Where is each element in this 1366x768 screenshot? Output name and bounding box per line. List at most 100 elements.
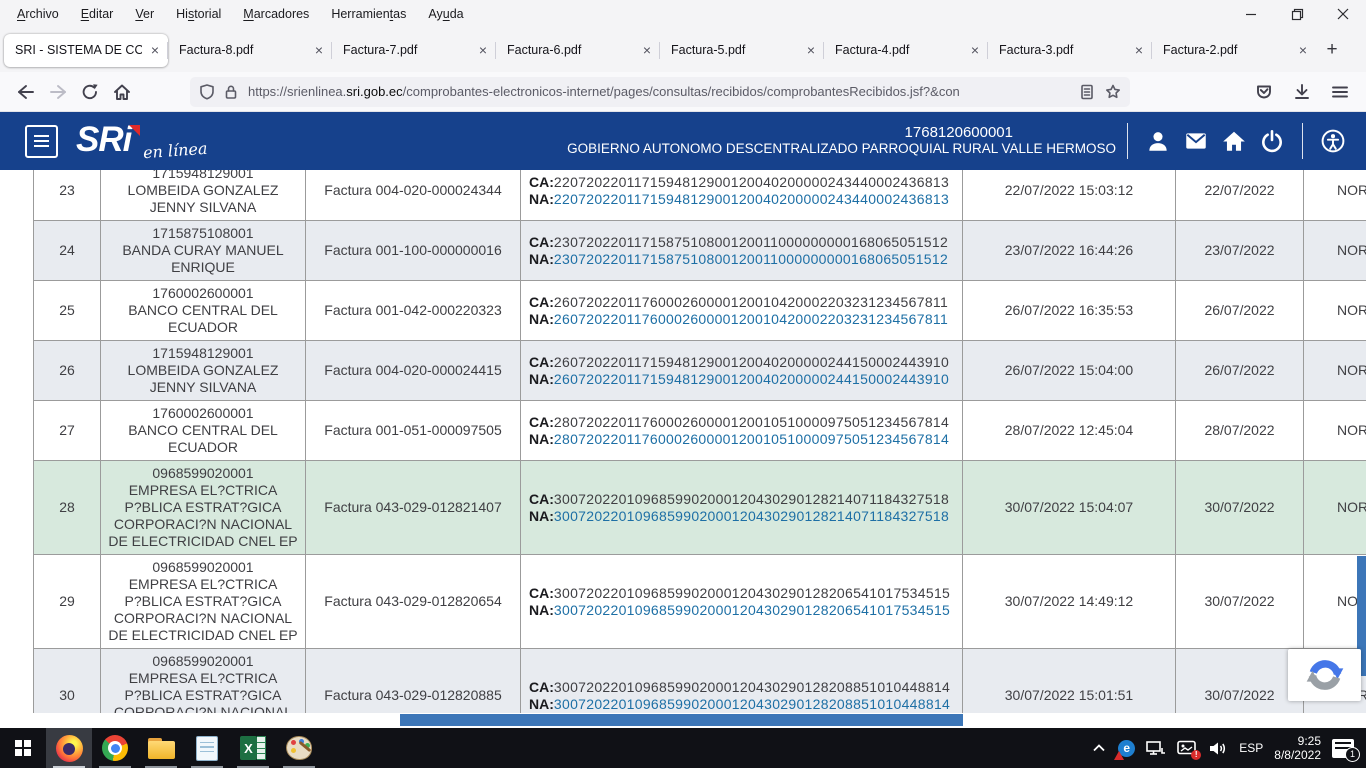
tab-close-icon[interactable]: × [1290,42,1316,58]
cell-authorization-datetime: 30/07/2022 15:01:51 [963,649,1176,713]
issuer-name: BANCO CENTRAL DEL ECUADOR [128,302,278,336]
menubar-item[interactable]: Ayuda [417,4,474,24]
sri-logo[interactable]: SRi en línea [76,123,208,160]
tab-close-icon[interactable]: × [962,42,988,58]
shield-icon[interactable] [198,83,216,101]
cell-document: Factura 004-020-000024344 [306,170,521,220]
profile-button[interactable] [1143,126,1173,156]
authorization-number-link[interactable]: 2807202201176000260000120010510000975051… [554,431,949,447]
invoice-row[interactable]: 29 0968599020001 EMPRESA EL?CTRICA P?BLI… [34,555,1366,649]
authorization-number-link[interactable]: 3007202201096859902000120430290128208851… [554,696,950,712]
menubar-item[interactable]: Historial [165,4,232,24]
authorization-number-link[interactable]: 2607202201176000260000120010420002203231… [554,311,948,327]
toolbar-right [1248,77,1356,107]
taskbar-notepad[interactable] [184,728,230,768]
tab-title: Factura-7.pdf [332,43,470,57]
language-indicator[interactable]: ESP [1239,741,1263,755]
messages-button[interactable] [1181,126,1211,156]
tab-close-icon[interactable]: × [1126,42,1152,58]
tab-close-icon[interactable]: × [798,42,824,58]
tab-close-icon[interactable]: × [470,42,496,58]
lock-icon[interactable] [222,83,240,101]
invoice-row[interactable]: 25 1760002600001 BANCO CENTRAL DEL ECUAD… [34,281,1366,341]
back-button[interactable] [10,77,42,107]
url-text[interactable]: https://srienlinea.sri.gob.ec/comprobant… [248,84,1070,99]
accessibility-button[interactable] [1318,126,1348,156]
recaptcha-badge[interactable] [1288,649,1361,701]
browser-tab[interactable]: Factura-3.pdf × [988,34,1152,67]
menubar-item[interactable]: Marcadores [232,4,320,24]
reload-button[interactable] [74,77,106,107]
invoice-row[interactable]: 27 1760002600001 BANCO CENTRAL DEL ECUAD… [34,401,1366,461]
authorization-number-link[interactable]: 2207202201171594812900120040200000243440… [554,191,949,207]
invoice-row[interactable]: 30 0968599020001 EMPRESA EL?CTRICA P?BLI… [34,649,1366,713]
cell-authorization-datetime: 22/07/2022 15:03:12 [963,170,1176,220]
minimize-button[interactable] [1228,0,1274,28]
browser-tab[interactable]: Factura-2.pdf × [1152,34,1316,67]
browser-tab[interactable]: Factura-7.pdf × [332,34,496,67]
envelope-icon [1183,128,1209,154]
cell-authorization-datetime: 23/07/2022 16:44:26 [963,221,1176,280]
authorization-number-link[interactable]: 2607202201171594812900120040200000244150… [554,371,949,387]
antivirus-tray-icon[interactable]: e [1118,740,1135,757]
invoices-table: 23 1715948129001 LOMBEIDA GONZALEZ JENNY… [33,170,1366,713]
url-bar[interactable]: https://srienlinea.sri.gob.ec/comprobant… [190,77,1130,107]
forward-icon [48,82,68,102]
action-center-tray-icon[interactable]: ! [1177,740,1197,757]
reload-icon [80,82,100,102]
pocket-icon [1254,82,1274,102]
invoice-row[interactable]: 28 0968599020001 EMPRESA EL?CTRICA P?BLI… [34,461,1366,555]
browser-tab[interactable]: Factura-8.pdf × [168,34,332,67]
header-divider [1302,123,1303,159]
invoice-row[interactable]: 23 1715948129001 LOMBEIDA GONZALEZ JENNY… [34,170,1366,221]
invoice-row[interactable]: 26 1715948129001 LOMBEIDA GONZALEZ JENNY… [34,341,1366,401]
browser-tab[interactable]: Factura-5.pdf × [660,34,824,67]
clock[interactable]: 9:25 8/8/2022 [1274,734,1321,762]
authorization-number-link[interactable]: 3007202201096859902000120430290128214071… [554,508,949,524]
taskbar-paint[interactable] [276,728,322,768]
browser-tab[interactable]: Factura-6.pdf × [496,34,660,67]
volume-tray-icon[interactable] [1208,740,1228,757]
cell-issuer: 0968599020001 EMPRESA EL?CTRICA P?BLICA … [101,461,306,554]
firefox-window: ArchivoEditarVerHistorialMarcadoresHerra… [0,0,1366,768]
cell-row-number: 25 [34,281,101,340]
taskbar-firefox[interactable] [46,728,92,768]
taskbar-chrome[interactable] [92,728,138,768]
network-tray-icon[interactable] [1146,740,1166,757]
cell-authorization-datetime: 28/07/2022 12:45:04 [963,401,1176,460]
authorization-number-link[interactable]: 3007202201096859902000120430290128206541… [554,602,950,618]
logout-button[interactable] [1257,126,1287,156]
menubar-item[interactable]: Ver [124,4,165,24]
browser-tab[interactable]: Factura-4.pdf × [824,34,988,67]
home-button-sri[interactable] [1219,126,1249,156]
bookmark-star-icon[interactable] [1104,83,1122,101]
tab-close-icon[interactable]: × [142,42,168,58]
cell-row-number: 29 [34,555,101,648]
cell-document: Factura 043-029-012820885 [306,649,521,713]
menubar-item[interactable]: Herramientas [320,4,417,24]
tray-chevron-icon[interactable] [1091,740,1107,756]
restore-button[interactable] [1274,0,1320,28]
invoice-row[interactable]: 24 1715875108001 BANDA CURAY MANUEL ENRI… [34,221,1366,281]
authorization-number-link[interactable]: 2307202201171587510800120011000000000168… [554,251,948,267]
start-button[interactable] [0,728,46,768]
notification-center-button[interactable]: 1 [1332,739,1354,758]
tab-close-icon[interactable]: × [634,42,660,58]
forward-button[interactable] [42,77,74,107]
menubar-item[interactable]: Archivo [6,4,70,24]
sri-menu-icon[interactable] [25,125,58,158]
app-menu-button[interactable] [1324,77,1356,107]
pocket-button[interactable] [1248,77,1280,107]
menubar-item[interactable]: Editar [70,4,125,24]
close-button[interactable] [1320,0,1366,28]
taskbar-file-explorer[interactable] [138,728,184,768]
taskbar-excel[interactable]: X [230,728,276,768]
issuer-ruc: 0968599020001 [152,653,253,670]
horizontal-scrollbar-thumb[interactable] [400,714,963,726]
home-button[interactable] [106,77,138,107]
downloads-button[interactable] [1286,77,1318,107]
tab-close-icon[interactable]: × [306,42,332,58]
new-tab-button[interactable]: + [1316,34,1348,66]
reader-mode-icon[interactable] [1078,83,1096,101]
browser-tab[interactable]: SRI - SISTEMA DE COMP × [4,34,168,67]
